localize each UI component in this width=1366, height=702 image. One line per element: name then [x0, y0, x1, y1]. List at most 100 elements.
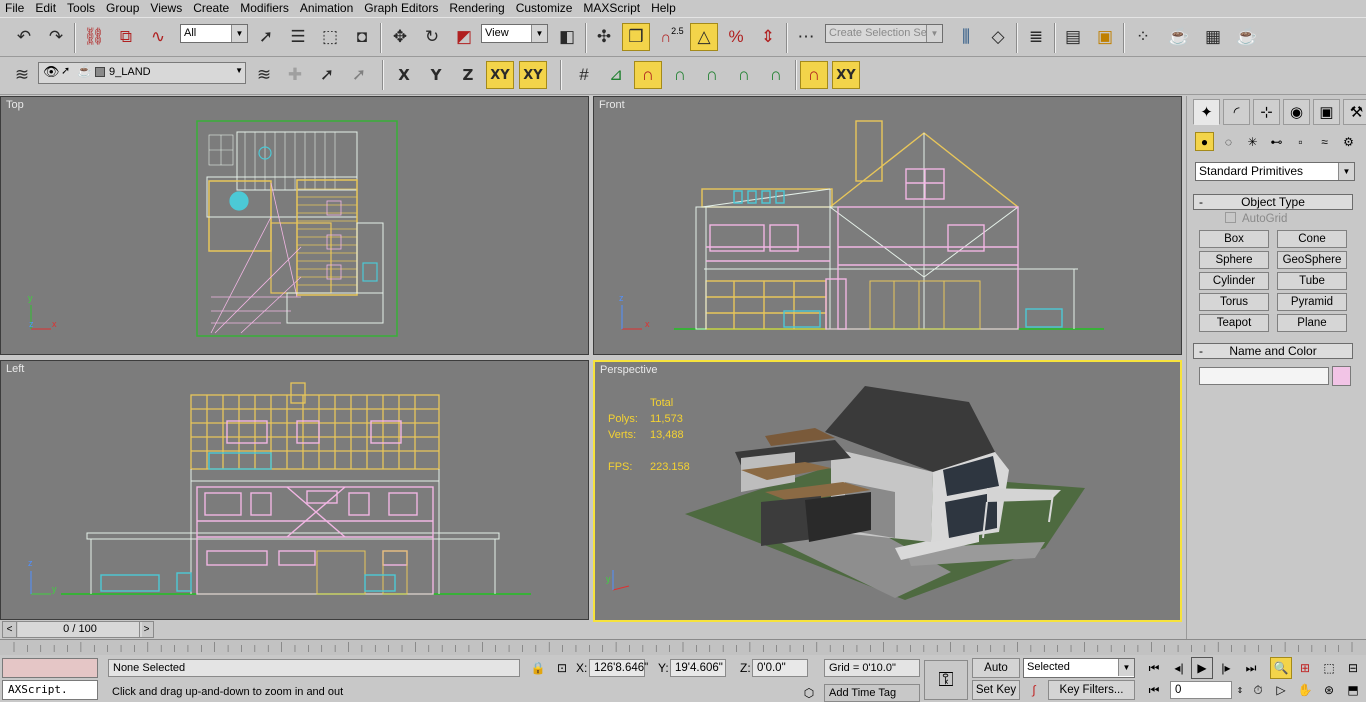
default-in-out-tangents-icon[interactable]: ∫	[1023, 679, 1045, 701]
restrict-x-button[interactable]: X	[390, 61, 418, 89]
select-by-name-icon[interactable]: ☰	[284, 23, 312, 51]
key-mode-toggle-icon[interactable]: ⏮	[1143, 679, 1165, 701]
add-to-layer-icon[interactable]: ✚	[281, 61, 309, 89]
render-setup-icon[interactable]: ☕	[1165, 23, 1193, 51]
viewport-left[interactable]: Left z y	[0, 360, 589, 620]
plane-button[interactable]: Plane	[1277, 314, 1347, 332]
curve-editor-icon[interactable]: ▤	[1059, 23, 1087, 51]
previous-key-icon[interactable]: ◂|	[1168, 657, 1190, 679]
select-and-scale-icon[interactable]: ◩	[450, 23, 478, 51]
snap-edge-icon[interactable]: ∩	[730, 61, 758, 89]
pyramid-button[interactable]: Pyramid	[1277, 293, 1347, 311]
select-object-icon[interactable]: ➚	[252, 23, 280, 51]
snap-options-icon[interactable]: ∩	[800, 61, 828, 89]
name-and-color-rollout-header[interactable]: - Name and Color	[1193, 343, 1353, 359]
set-current-layer-icon[interactable]: ➚	[345, 61, 373, 89]
snap-midpoint-icon[interactable]: ∩	[698, 61, 726, 89]
create-layer-icon[interactable]: ≋	[250, 61, 278, 89]
orbit-icon[interactable]: ⊛	[1318, 679, 1340, 701]
go-to-end-icon[interactable]: ⏭	[1240, 657, 1262, 679]
modify-tab-icon[interactable]: ◜	[1223, 99, 1250, 125]
cameras-icon[interactable]: ⊷	[1267, 132, 1286, 151]
select-and-move-icon[interactable]: ✥	[386, 23, 414, 51]
maxscript-listener-pink[interactable]	[2, 658, 98, 678]
key-mode-dropdown[interactable]: Selected ▼	[1023, 658, 1135, 678]
maxscript-mini-listener[interactable]: AXScript.	[2, 680, 98, 700]
material-editor-icon[interactable]: ⁘	[1129, 23, 1157, 51]
object-color-swatch[interactable]	[1332, 366, 1351, 386]
time-slider-thumb[interactable]: 0 / 100	[18, 622, 142, 637]
layers-icon[interactable]: ≋	[8, 61, 36, 89]
space-warps-icon[interactable]: ≈	[1315, 132, 1334, 151]
display-tab-icon[interactable]: ▣	[1313, 99, 1340, 125]
x-coordinate-field[interactable]: 126'8.646"	[589, 659, 648, 677]
viewport-top[interactable]: Top y z x	[0, 96, 589, 355]
set-key-icon[interactable]: ⚿	[924, 660, 968, 700]
menu-graph-editors[interactable]: Graph Editors	[359, 0, 444, 16]
helpers-icon[interactable]: ▫	[1291, 132, 1310, 151]
snap-face-icon[interactable]: ∩	[762, 61, 790, 89]
pivot-center-icon[interactable]: ◧	[553, 23, 581, 51]
menu-modifiers[interactable]: Modifiers	[235, 0, 295, 16]
window-crossing-icon[interactable]: ◘	[348, 23, 376, 51]
field-of-view-icon[interactable]: ▷	[1270, 679, 1292, 701]
schematic-view-icon[interactable]: ▣	[1091, 23, 1119, 51]
angle-snap-icon[interactable]: △	[690, 23, 718, 51]
zoom-extents-icon[interactable]: ⬚	[1318, 657, 1340, 679]
systems-icon[interactable]: ⚙	[1339, 132, 1358, 151]
lights-icon[interactable]: ✳	[1243, 132, 1262, 151]
next-frame-icon[interactable]: >	[139, 622, 153, 637]
restrict-xy-button[interactable]: XY	[486, 61, 514, 89]
align-icon[interactable]: ◇	[984, 23, 1012, 51]
motion-tab-icon[interactable]: ◉	[1283, 99, 1310, 125]
menu-tools[interactable]: Tools	[62, 0, 101, 16]
menu-animation[interactable]: Animation	[295, 0, 359, 16]
viewport-perspective[interactable]: Perspective Total Polys: 11,573 Verts: 13,…	[593, 360, 1182, 622]
rendered-frame-window-icon[interactable]: ▦	[1199, 23, 1227, 51]
zoom-all-icon[interactable]: ⊞	[1294, 657, 1316, 679]
snap-grid-icon[interactable]: #	[570, 61, 598, 89]
sphere-button[interactable]: Sphere	[1199, 251, 1269, 269]
primitive-category-dropdown[interactable]: Standard Primitives ▼	[1195, 162, 1355, 181]
select-and-rotate-icon[interactable]: ↻	[418, 23, 446, 51]
teapot-button[interactable]: Teapot	[1199, 314, 1269, 332]
zoom-extents-all-icon[interactable]: ⊟	[1342, 657, 1364, 679]
zoom-icon[interactable]: 🔍	[1270, 657, 1292, 679]
layer-manager-icon[interactable]: ≣	[1022, 23, 1050, 51]
frame-spinner-icon[interactable]: ⇕	[1234, 679, 1246, 701]
track-bar[interactable]	[0, 639, 1366, 655]
cone-button[interactable]: Cone	[1277, 230, 1347, 248]
utilities-tab-icon[interactable]: ⚒	[1343, 99, 1366, 125]
previous-frame-icon[interactable]: <	[3, 622, 17, 637]
rectangular-selection-icon[interactable]: ⬚	[316, 23, 344, 51]
bind-to-space-warp-icon[interactable]: ∿	[144, 23, 172, 51]
menu-rendering[interactable]: Rendering	[444, 0, 510, 16]
pan-view-icon[interactable]: ✋	[1294, 679, 1316, 701]
autogrid-checkbox[interactable]: AutoGrid	[1225, 212, 1287, 225]
y-coordinate-field[interactable]: 19'4.606"	[670, 659, 726, 677]
restrict-z-button[interactable]: Z	[454, 61, 482, 89]
time-configuration-icon[interactable]: ⏱	[1247, 679, 1269, 701]
current-frame-field[interactable]: 0	[1170, 681, 1232, 699]
edit-named-selection-icon[interactable]: ⋯	[792, 23, 820, 51]
time-tag-icon[interactable]: ⬡	[798, 682, 820, 702]
selection-filter-dropdown[interactable]: All ▼	[180, 24, 248, 43]
reference-coordinate-dropdown[interactable]: View ▼	[481, 24, 548, 43]
select-and-link-icon[interactable]: ⛓	[80, 23, 108, 51]
named-selection-set-dropdown[interactable]: Create Selection Set ▼	[825, 24, 943, 43]
geosphere-button[interactable]: GeoSphere	[1277, 251, 1347, 269]
restrict-plane-button[interactable]: XY	[519, 61, 547, 89]
add-time-tag-button[interactable]: Add Time Tag	[824, 684, 920, 702]
shapes-icon[interactable]: ◌	[1219, 132, 1238, 151]
menu-edit[interactable]: Edit	[30, 0, 62, 16]
manipulate-icon[interactable]: ✣	[590, 23, 618, 51]
lock-selection-icon[interactable]: 🔒	[527, 657, 549, 679]
hierarchy-tab-icon[interactable]: ⊹	[1253, 99, 1280, 125]
menu-maxscript[interactable]: MAXScript	[578, 0, 646, 16]
tube-button[interactable]: Tube	[1277, 272, 1347, 290]
object-type-rollout-header[interactable]: - Object Type	[1193, 194, 1353, 210]
menu-views[interactable]: Views	[145, 0, 188, 16]
redo-icon[interactable]: ↷	[42, 23, 70, 51]
snaps-toggle-icon[interactable]: ∩ 2.5	[658, 23, 686, 51]
undo-icon[interactable]: ↶	[10, 23, 38, 51]
